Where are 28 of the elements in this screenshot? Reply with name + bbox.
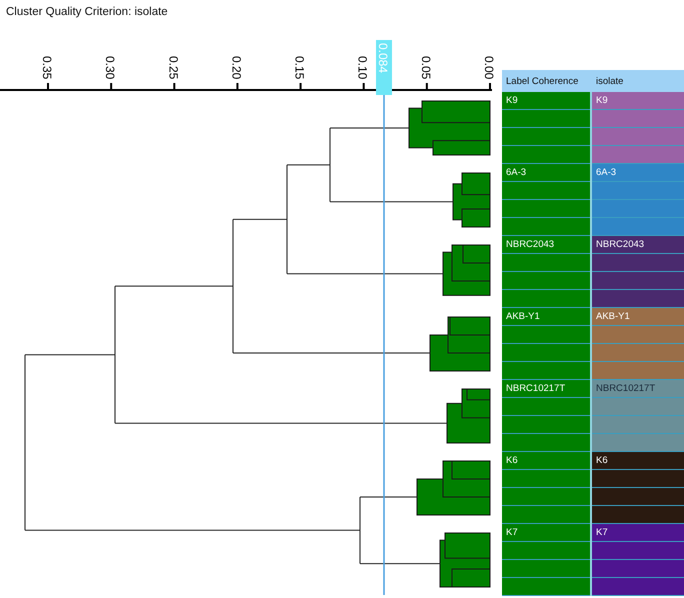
label-coherence-cell: NBRC2043: [502, 236, 592, 308]
axis-tick-label: 0.05: [418, 56, 433, 80]
isolate-cell: AKB-Y1: [592, 308, 684, 380]
axis-tick-label: 0.15: [292, 56, 307, 80]
isolate-cell: NBRC2043: [592, 236, 684, 308]
label-coherence-cell: K6: [502, 452, 592, 524]
axis-tick-label: 0.00: [482, 56, 496, 80]
axis-tick-label: 0.10: [356, 56, 370, 80]
label-coherence-cell: AKB-Y1: [502, 308, 592, 380]
cut-line[interactable]: [383, 95, 385, 595]
column-header[interactable]: Label Coherence: [502, 76, 592, 86]
axis-tick-label: 0.30: [103, 56, 118, 80]
label-coherence-cell: 6A-3: [502, 164, 592, 236]
isolate-cell: K7: [592, 524, 684, 596]
chart-title: Cluster Quality Criterion: isolate: [5, 5, 169, 20]
label-coherence-cell: K9: [502, 92, 592, 164]
label-coherence-cell: NBRC10217T: [502, 380, 592, 452]
axis-tick-label: 0.25: [166, 56, 180, 80]
isolate-cell: NBRC10217T: [592, 380, 684, 452]
label-coherence-cell: K7: [502, 524, 592, 596]
cut-marker[interactable]: [376, 40, 392, 95]
column-header[interactable]: isolate: [592, 76, 624, 86]
isolate-cell: 6A-3: [592, 164, 684, 236]
isolate-cell: K6: [592, 452, 684, 524]
axis-tick-label: 0.20: [229, 56, 244, 80]
axis-tick-label: 0.35: [40, 56, 54, 80]
isolate-cell: K9: [592, 92, 684, 164]
cut-value-label: 0.084: [376, 43, 390, 74]
